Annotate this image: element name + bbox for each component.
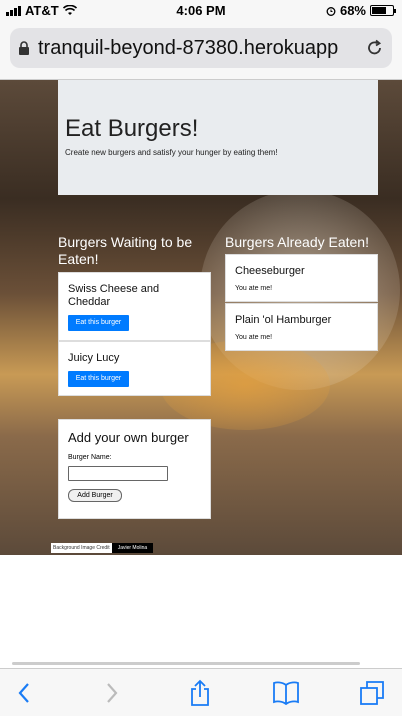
chevron-right-icon[interactable] <box>98 679 126 707</box>
burger-name: Swiss Cheese and Cheddar <box>68 283 160 308</box>
form-title: Add your own burger <box>68 430 189 445</box>
tabs-icon[interactable] <box>358 679 386 707</box>
burger-card: Juicy Lucy Eat this burger <box>58 341 211 396</box>
reload-icon[interactable] <box>366 39 384 57</box>
share-icon[interactable] <box>186 679 214 707</box>
eat-burger-button[interactable]: Eat this burger <box>68 315 129 331</box>
page-background: Eat Burgers! Create new burgers and sati… <box>0 80 402 555</box>
page-subtitle: Create new burgers and satisfy your hung… <box>65 148 278 157</box>
browser-header: tranquil-beyond-87380.herokuapp <box>0 22 402 80</box>
jumbotron: Eat Burgers! Create new burgers and sati… <box>58 80 378 195</box>
waiting-heading: Burgers Waiting to be Eaten! <box>58 234 193 267</box>
burger-name-input[interactable] <box>68 466 168 481</box>
add-burger-form: Add your own burger Burger Name: Add Bur… <box>58 419 211 519</box>
chevron-left-icon[interactable] <box>10 679 38 707</box>
eaten-card: Cheeseburger You ate me! <box>225 254 378 302</box>
eaten-note: You ate me! <box>235 334 273 341</box>
battery-percent: 68% <box>339 3 366 18</box>
eaten-burger-name: Cheeseburger <box>235 265 305 277</box>
eaten-note: You ate me! <box>235 285 273 292</box>
eat-burger-button[interactable]: Eat this burger <box>68 371 129 387</box>
image-credit: Background Image Credit Javier Molina <box>51 543 154 553</box>
lock-icon <box>19 40 29 55</box>
book-icon[interactable] <box>272 679 300 707</box>
url-text[interactable]: tranquil-beyond-87380.herokuapp <box>38 37 366 60</box>
burger-name-label: Burger Name: <box>68 454 112 461</box>
page-title: Eat Burgers! <box>65 115 199 142</box>
address-bar[interactable]: tranquil-beyond-87380.herokuapp <box>10 28 392 68</box>
status-bar: AT&T 4:06 PM 68% <box>0 0 402 22</box>
battery-icon <box>370 5 396 16</box>
eaten-heading: Burgers Already Eaten! <box>225 234 369 250</box>
eaten-burger-name: Plain 'ol Hamburger <box>235 314 332 326</box>
scroll-indicator <box>12 662 360 665</box>
browser-toolbar <box>0 668 402 716</box>
credit-label: Background Image Credit <box>51 543 112 553</box>
eaten-card: Plain 'ol Hamburger You ate me! <box>225 303 378 351</box>
alarm-icon <box>326 6 336 16</box>
add-burger-button[interactable]: Add Burger <box>68 489 122 502</box>
burger-name: Juicy Lucy <box>68 352 120 364</box>
credit-author-link[interactable]: Javier Molina <box>111 543 154 553</box>
burger-card: Swiss Cheese and Cheddar Eat this burger <box>58 272 211 341</box>
